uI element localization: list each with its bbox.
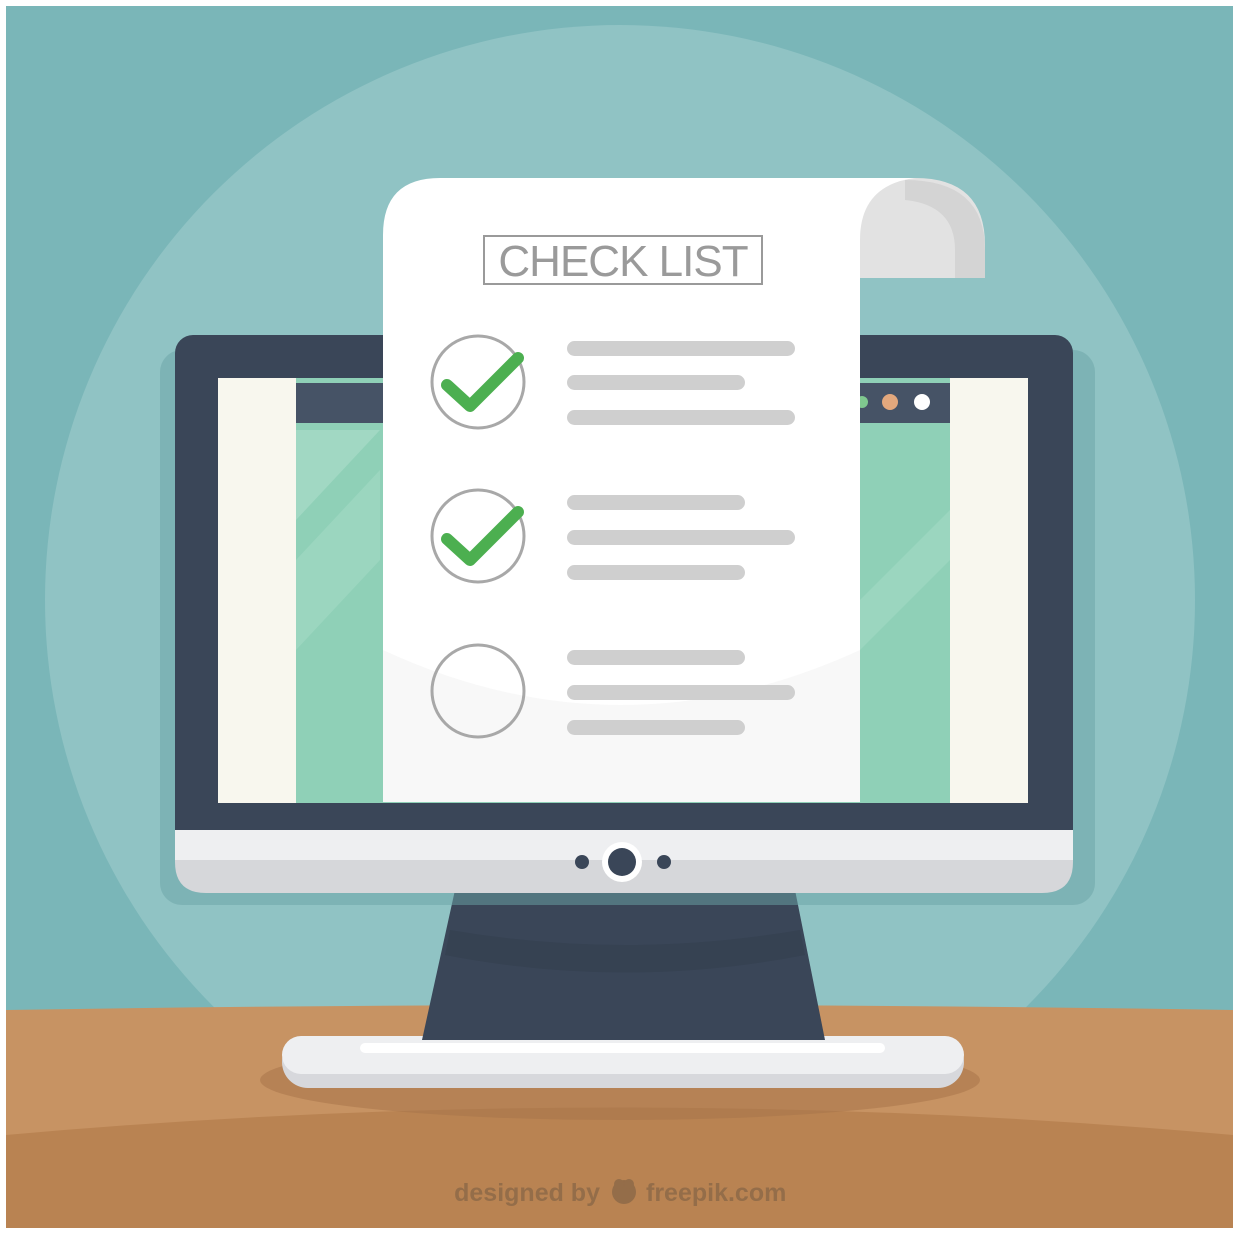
credit-designed-by: designed by: [454, 1179, 600, 1207]
item-3-line-2: [567, 685, 795, 700]
item-2-line-1: [567, 495, 745, 510]
checklist-title-text: CHECK LIST: [498, 237, 747, 286]
screen-left-panel: [218, 378, 296, 803]
checklist-illustration: CHECK LIST designed by freepik.com: [0, 0, 1239, 1234]
screen-right-panel: [950, 378, 1028, 803]
window-dot-white: [914, 394, 930, 410]
freepik-logo-icon: [612, 1179, 636, 1204]
item-2-line-3: [567, 565, 745, 580]
item-1-line-1: [567, 341, 795, 356]
keyboard: [282, 1036, 964, 1088]
item-1-line-2: [567, 375, 745, 390]
window-dot-orange: [882, 394, 898, 410]
item-2-line-2: [567, 530, 795, 545]
freepik-credit: designed by freepik.com: [454, 1179, 786, 1207]
item-3-line-3: [567, 720, 745, 735]
credit-brand: freepik.com: [646, 1179, 786, 1207]
monitor-stand: [422, 890, 825, 1040]
item-3-line-1: [567, 650, 745, 665]
checklist-title: CHECK LIST: [483, 235, 763, 286]
item-1-line-3: [567, 410, 795, 425]
